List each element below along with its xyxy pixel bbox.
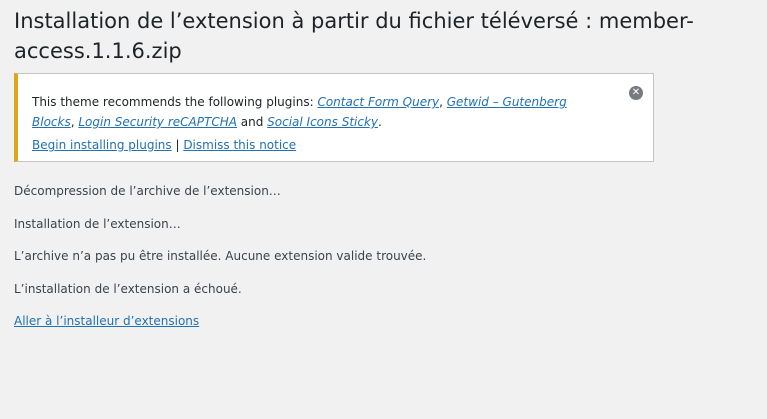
notice-intro: This theme recommends the following plug… bbox=[32, 95, 318, 109]
plugin-recommendation-notice: This theme recommends the following plug… bbox=[14, 73, 654, 162]
notice-message: This theme recommends the following plug… bbox=[32, 92, 592, 132]
install-page: Installation de l’extension à partir du … bbox=[0, 0, 767, 419]
begin-installing-plugins-link[interactable]: Begin installing plugins bbox=[32, 138, 172, 152]
notice-pipe: | bbox=[171, 138, 184, 152]
status-message-failed: L’installation de l’extension a échoué. bbox=[14, 282, 242, 296]
notice-separator: , bbox=[439, 95, 447, 109]
notice-actions: Begin installing plugins | Dismiss this … bbox=[32, 137, 296, 153]
notice-and: and bbox=[236, 115, 268, 129]
dismiss-notice-link[interactable]: Dismiss this notice bbox=[183, 138, 296, 152]
plugin-link-contact-form-query[interactable]: Contact Form Query bbox=[317, 95, 439, 109]
status-message-error: L’archive n’a pas pu être installée. Auc… bbox=[14, 249, 427, 263]
back-to-plugin-installer-link[interactable]: Aller à l’installeur d’extensions bbox=[14, 314, 199, 328]
notice-end: . bbox=[378, 115, 382, 129]
plugin-link-login-security-recaptcha[interactable]: Login Security reCAPTCHA bbox=[78, 115, 237, 129]
page-title: Installation de l’extension à partir du … bbox=[14, 9, 694, 63]
back-link-container: Aller à l’installeur d’extensions bbox=[14, 313, 199, 329]
status-message-installing: Installation de l’extension… bbox=[14, 217, 181, 231]
close-icon[interactable]: ✕ bbox=[629, 86, 643, 100]
status-message-unpacking: Décompression de l’archive de l’extensio… bbox=[14, 184, 281, 198]
plugin-link-social-icons-sticky[interactable]: Social Icons Sticky bbox=[267, 115, 378, 129]
